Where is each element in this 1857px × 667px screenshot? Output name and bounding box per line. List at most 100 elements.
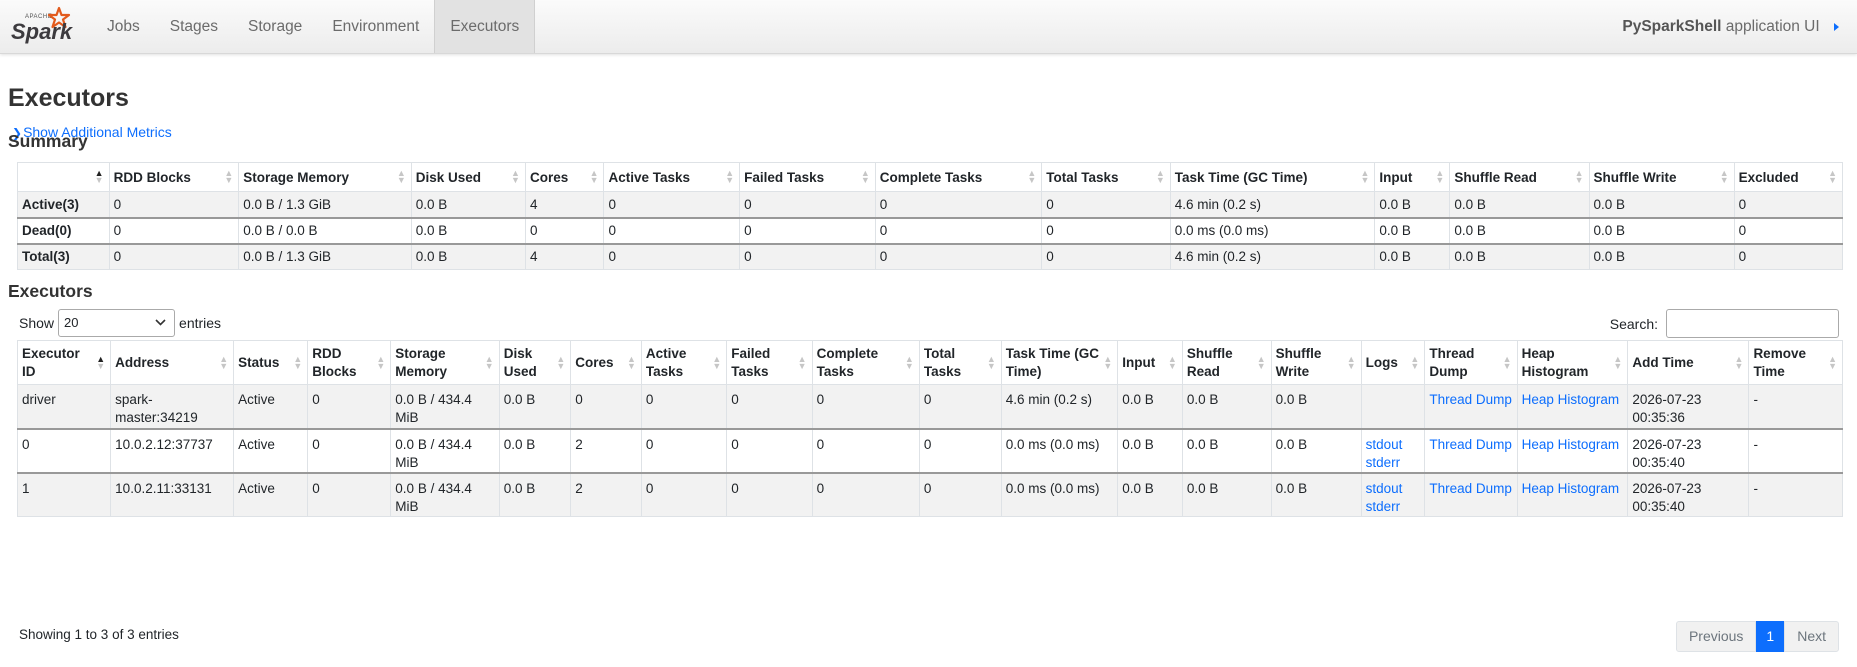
executors-col-disk-used[interactable]: Disk Used ▲ ▼ xyxy=(498,340,572,385)
summary-col-task-time-gc-time[interactable]: Task Time (GC Time) ▲ ▼ xyxy=(1169,162,1376,192)
heap-histogram-link[interactable]: Heap Histogram xyxy=(1522,481,1620,496)
summary-cell: 4.6 min (0.2 s) xyxy=(1169,191,1376,218)
summary-cell: 0.0 ms (0.0 ms) xyxy=(1169,216,1376,244)
executor-cell-address: spark-master:34219 xyxy=(110,384,235,429)
previous-page-button[interactable]: Previous xyxy=(1675,621,1757,652)
sort-arrows-icon: ▲ ▼ xyxy=(797,353,807,371)
summary-col-disk-used[interactable]: Disk Used ▲ ▼ xyxy=(410,162,526,192)
executors-col-active-tasks[interactable]: Active Tasks ▲ ▼ xyxy=(640,340,728,385)
summary-cell: 0.0 B / 0.0 B xyxy=(238,216,412,244)
search-input[interactable] xyxy=(1666,309,1839,338)
nav-tab-stages[interactable]: Stages xyxy=(155,0,233,53)
summary-col-total-tasks[interactable]: Total Tasks ▲ ▼ xyxy=(1041,162,1171,192)
column-header-label: Complete Tasks xyxy=(816,345,879,379)
thread-dump-link[interactable]: Thread Dump xyxy=(1429,392,1512,407)
log-link-stderr[interactable]: stderr xyxy=(1366,455,1401,470)
executors-col-status[interactable]: Status ▲ ▼ xyxy=(233,340,309,385)
summary-col-cores[interactable]: Cores ▲ ▼ xyxy=(524,162,605,192)
summary-col-shuffle-read[interactable]: Shuffle Read ▲ ▼ xyxy=(1449,162,1590,192)
executors-col-complete-tasks[interactable]: Complete Tasks ▲ ▼ xyxy=(811,340,920,385)
executors-col-storage-memory[interactable]: Storage Memory ▲ ▼ xyxy=(390,340,500,385)
summary-col-complete-tasks[interactable]: Complete Tasks ▲ ▼ xyxy=(874,162,1043,192)
summary-cell: 0.0 B xyxy=(1374,191,1451,218)
summary-col-excluded[interactable]: Excluded ▲ ▼ xyxy=(1733,162,1844,192)
column-header-label: Input xyxy=(1122,354,1156,370)
executors-col-executor-id[interactable]: Executor ID ▲ ▼ xyxy=(16,340,112,385)
executor-cell-heap-histogram: Heap Histogram xyxy=(1516,384,1629,429)
summary-cell: 0.0 B xyxy=(1588,242,1735,270)
sort-arrows-icon: ▲ ▼ xyxy=(626,353,636,371)
page-length-select[interactable]: 20 xyxy=(58,309,176,337)
executor-cell-shuffle-write: 0.0 B xyxy=(1270,427,1362,473)
executor-cell-storage-memory: 0.0 B / 434.4 MiB xyxy=(390,384,500,429)
sort-arrows-icon: ▲ ▼ xyxy=(1027,168,1037,185)
summary-cell: 0 xyxy=(1733,242,1844,270)
executors-col-thread-dump[interactable]: Thread Dump ▲ ▼ xyxy=(1424,340,1518,385)
page-1-button[interactable]: 1 xyxy=(1756,621,1785,652)
summary-cell: 0 xyxy=(1041,191,1171,218)
log-link-stdout[interactable]: stdout xyxy=(1366,437,1403,452)
nav-tab-jobs[interactable]: Jobs xyxy=(92,0,155,53)
spark-logo[interactable]: APACHE Spark xyxy=(11,6,83,46)
executor-cell-id: 1 xyxy=(16,471,112,517)
nav-tab-storage[interactable]: Storage xyxy=(233,0,317,53)
executors-col-task-time-gc-time[interactable]: Task Time (GC Time) ▲ ▼ xyxy=(1000,340,1119,385)
executors-col-heap-histogram[interactable]: Heap Histogram ▲ ▼ xyxy=(1516,340,1629,385)
executor-cell-logs: stdout stderr xyxy=(1360,427,1426,473)
summary-col-rdd-blocks[interactable]: RDD Blocks ▲ ▼ xyxy=(108,162,240,192)
executors-col-total-tasks[interactable]: Total Tasks ▲ ▼ xyxy=(918,340,1002,385)
executors-col-failed-tasks[interactable]: Failed Tasks ▲ ▼ xyxy=(726,340,813,385)
executor-cell-disk-used: 0.0 B xyxy=(498,427,572,473)
executors-col-shuffle-write[interactable]: Shuffle Write ▲ ▼ xyxy=(1270,340,1362,385)
executors-col-remove-time[interactable]: Remove Time ▲ ▼ xyxy=(1748,340,1843,385)
executor-cell-thread-dump: Thread Dump xyxy=(1424,471,1518,517)
summary-cell: 0 xyxy=(108,191,240,218)
sort-arrows-icon: ▲ ▼ xyxy=(1719,168,1729,185)
executor-cell-status: Active xyxy=(233,471,309,517)
log-link-stdout[interactable]: stdout xyxy=(1366,481,1403,496)
nav-tab-executors[interactable]: Executors xyxy=(434,0,536,53)
summary-cell: 0 xyxy=(108,242,240,270)
executors-col-rdd-blocks[interactable]: RDD Blocks ▲ ▼ xyxy=(307,340,392,385)
summary-col-active-tasks[interactable]: Active Tasks ▲ ▼ xyxy=(603,162,741,192)
summary-cell: 4 xyxy=(524,191,605,218)
app-title[interactable]: PySparkShell application UI xyxy=(1622,0,1839,53)
executor-cell-failed-tasks: 0 xyxy=(726,384,813,429)
heap-histogram-link[interactable]: Heap Histogram xyxy=(1522,392,1620,407)
summary-col-storage-memory[interactable]: Storage Memory ▲ ▼ xyxy=(238,162,412,192)
executors-col-add-time[interactable]: Add Time ▲ ▼ xyxy=(1627,340,1750,385)
sort-arrows-icon: ▲ ▼ xyxy=(1103,353,1113,371)
thread-dump-link[interactable]: Thread Dump xyxy=(1429,437,1512,452)
table-info: Showing 1 to 3 of 3 entries xyxy=(19,627,179,642)
nav-tab-environment[interactable]: Environment xyxy=(317,0,434,53)
summary-col-shuffle-write[interactable]: Shuffle Write ▲ ▼ xyxy=(1588,162,1735,192)
sort-arrows-icon: ▲ ▼ xyxy=(1613,353,1623,371)
executors-col-logs[interactable]: Logs ▲ ▼ xyxy=(1360,340,1426,385)
column-header-label: Address xyxy=(115,354,170,370)
column-header-label: Thread Dump xyxy=(1429,345,1475,379)
executors-col-address[interactable]: Address ▲ ▼ xyxy=(110,340,235,385)
executors-col-cores[interactable]: Cores ▲ ▼ xyxy=(570,340,642,385)
summary-cell: 0 xyxy=(108,216,240,244)
executor-cell-cores: 2 xyxy=(570,427,642,473)
log-link-stderr[interactable]: stderr xyxy=(1366,499,1401,514)
summary-col-failed-tasks[interactable]: Failed Tasks ▲ ▼ xyxy=(739,162,876,192)
executor-cell-thread-dump: Thread Dump xyxy=(1424,427,1518,473)
chevron-down-icon xyxy=(155,319,166,326)
summary-table: ▲ ▼ RDD Blocks ▲ ▼ Storage Memory ▲ ▼ Disk Used ▲… xyxy=(17,162,1844,270)
executors-col-shuffle-read[interactable]: Shuffle Read ▲ ▼ xyxy=(1181,340,1272,385)
summary-cell: 0 xyxy=(1733,216,1844,244)
summary-col-blank[interactable]: ▲ ▼ xyxy=(17,162,110,192)
page-title: Executors xyxy=(8,84,129,112)
sort-arrows-icon: ▲ ▼ xyxy=(1435,168,1445,185)
executor-row: 1 10.0.2.11:33131 Active 0 0.0 B / 434.4 MiB… xyxy=(16,471,1843,517)
sort-arrows-icon: ▲ ▼ xyxy=(712,353,722,371)
heap-histogram-link[interactable]: Heap Histogram xyxy=(1522,437,1620,452)
sort-arrows-icon: ▲ ▼ xyxy=(1346,353,1356,371)
next-page-button[interactable]: Next xyxy=(1784,621,1839,652)
thread-dump-link[interactable]: Thread Dump xyxy=(1429,481,1512,496)
executors-col-input[interactable]: Input ▲ ▼ xyxy=(1117,340,1183,385)
executor-cell-complete-tasks: 0 xyxy=(811,471,920,517)
executor-cell-shuffle-write: 0.0 B xyxy=(1270,384,1362,429)
summary-col-input[interactable]: Input ▲ ▼ xyxy=(1374,162,1451,192)
